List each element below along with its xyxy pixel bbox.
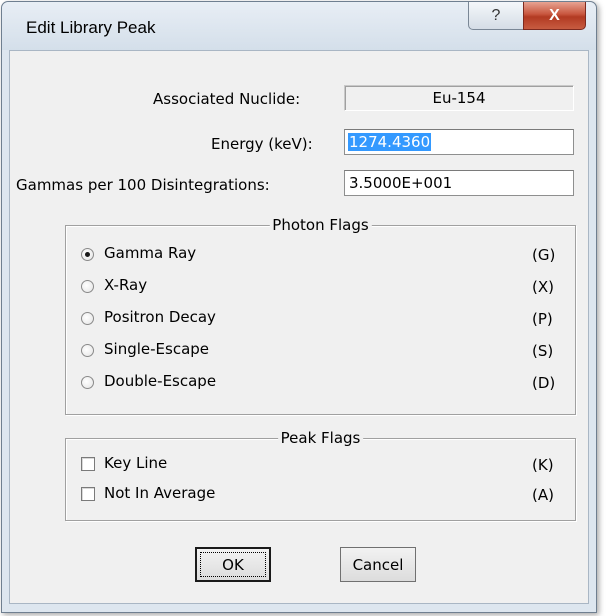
key-line-code: (K) [532,456,554,474]
gamma-ray-code: (G) [532,246,556,264]
title-bar[interactable]: Edit Library Peak ? X [2,2,596,50]
ok-focus-rect [200,552,266,577]
not-in-average-code: (A) [532,486,554,504]
peak-flags-group: Peak Flags Key Line (K) Not In Average (… [65,429,576,521]
edit-library-peak-dialog: Edit Library Peak ? X Associated Nuclide… [1,1,597,613]
peak-flags-title: Peak Flags [277,429,364,447]
double-escape-label[interactable]: Double-Escape [104,372,216,390]
gammas-input[interactable]: 3.5000E+001 [344,170,574,196]
nuclide-label: Associated Nuclide: [153,90,301,108]
energy-label: Energy (keV): [211,135,313,153]
nuclide-field: Eu-154 [344,85,574,111]
close-icon: X [549,6,560,24]
radio-single-escape[interactable] [81,344,94,357]
radio-positron-decay[interactable] [81,312,94,325]
not-in-average-label[interactable]: Not In Average [104,484,215,502]
window-title: Edit Library Peak [26,18,156,37]
dialog-body: Associated Nuclide: Eu-154 Energy (keV):… [9,50,589,604]
positron-decay-label[interactable]: Positron Decay [104,308,216,326]
gammas-label: Gammas per 100 Disintegrations: [16,176,270,194]
help-icon: ? [491,6,501,24]
positron-decay-code: (P) [532,310,553,328]
x-ray-code: (X) [532,278,554,296]
help-button[interactable]: ? [468,2,524,30]
cancel-button[interactable]: Cancel [340,547,416,582]
gammas-value: 3.5000E+001 [349,174,453,192]
radio-double-escape[interactable] [81,376,94,389]
close-button[interactable]: X [523,2,586,30]
ok-button[interactable]: OK [195,547,271,582]
radio-x-ray[interactable] [81,280,94,293]
single-escape-label[interactable]: Single-Escape [104,340,209,358]
checkbox-not-in-average[interactable] [81,487,95,501]
nuclide-value: Eu-154 [432,89,486,107]
single-escape-code: (S) [532,342,554,360]
gamma-ray-label[interactable]: Gamma Ray [104,244,196,262]
photon-flags-group: Photon Flags Gamma Ray (G) X-Ray (X) Pos… [65,216,576,415]
key-line-label[interactable]: Key Line [104,454,167,472]
photon-flags-title: Photon Flags [269,216,372,234]
double-escape-code: (D) [532,374,556,392]
cancel-button-label: Cancel [352,555,404,574]
x-ray-label[interactable]: X-Ray [104,276,147,294]
energy-value: 1274.4360 [348,133,432,151]
energy-input[interactable]: 1274.4360 [344,129,574,155]
checkbox-key-line[interactable] [81,457,95,471]
radio-gamma-ray[interactable] [81,248,94,261]
